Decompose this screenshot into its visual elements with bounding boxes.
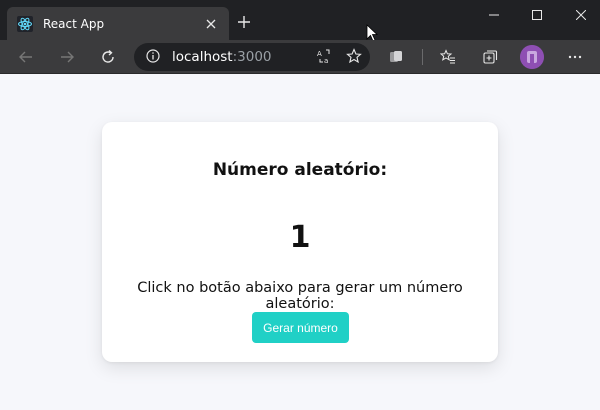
react-icon [17, 15, 33, 32]
address-bar[interactable]: localhost:3000 Aa [134, 43, 370, 71]
toolbar-divider [422, 49, 423, 65]
svg-text:a: a [324, 57, 328, 64]
svg-text:A: A [317, 50, 322, 58]
minimize-icon[interactable] [479, 4, 509, 26]
star-icon[interactable] [346, 48, 362, 68]
maximize-icon[interactable] [522, 4, 552, 26]
random-number-card: Número aleatório: 1 Click no botão abaix… [102, 122, 498, 362]
arrow-left-icon[interactable] [14, 45, 38, 69]
more-icon[interactable] [563, 45, 587, 69]
plus-icon[interactable] [234, 12, 254, 32]
instruction-text: Click no botão abaixo para gerar um núme… [137, 280, 463, 312]
url-port: :3000 [232, 49, 272, 65]
tab-react-app[interactable]: React App [7, 7, 229, 40]
arrow-right-icon[interactable] [55, 45, 79, 69]
browser-toolbar: localhost:3000 Aa [0, 40, 600, 74]
favorites-icon[interactable] [436, 45, 460, 69]
tab-title: React App [43, 16, 105, 31]
extensions-icon[interactable] [384, 45, 408, 69]
page-content: Número aleatório: 1 Click no botão abaix… [0, 75, 600, 410]
card-title: Número aleatório: [212, 160, 388, 180]
avatar[interactable] [520, 45, 544, 69]
collections-icon[interactable] [478, 45, 502, 69]
url-host: localhost [172, 49, 233, 65]
random-number-value: 1 [289, 220, 311, 255]
info-icon[interactable] [146, 48, 160, 67]
generate-number-button[interactable]: Gerar número [252, 312, 349, 343]
close-icon[interactable] [201, 14, 221, 34]
refresh-icon[interactable] [96, 45, 120, 69]
tab-bar: React App [0, 0, 600, 42]
read-aloud-icon[interactable]: Aa [316, 48, 332, 68]
window-close-icon[interactable] [566, 4, 596, 26]
